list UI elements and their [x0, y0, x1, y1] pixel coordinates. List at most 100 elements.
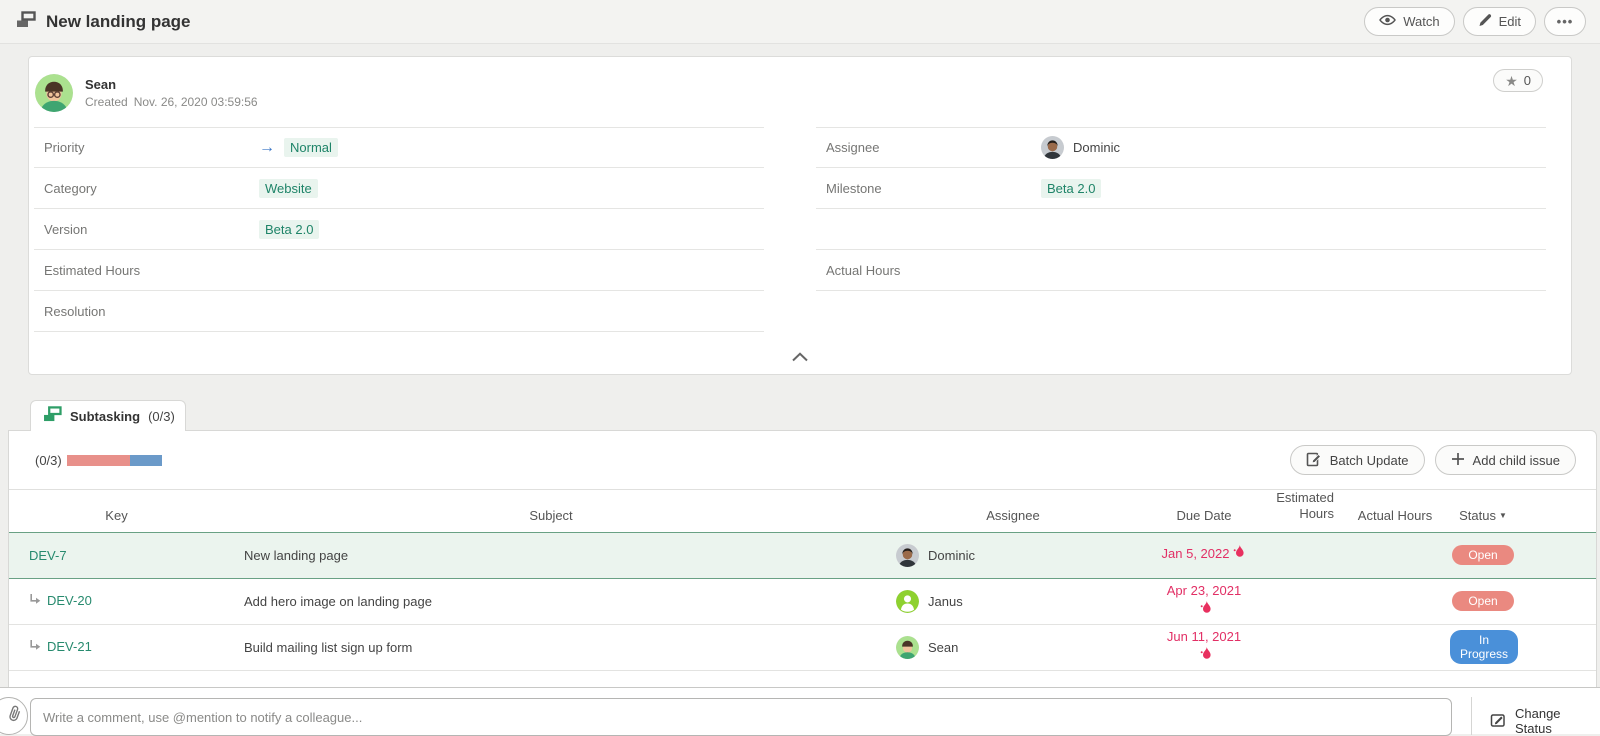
plus-icon [1451, 452, 1465, 469]
pencil-icon [1478, 13, 1492, 30]
batch-update-icon [1306, 451, 1322, 470]
assignee-value[interactable]: Dominic [1073, 140, 1120, 155]
footer-divider [1471, 697, 1472, 735]
field-row-milestone: Milestone Beta 2.0 [816, 168, 1546, 209]
change-status-label: Change Status [1515, 706, 1600, 736]
overdue-fire-icon [1232, 545, 1246, 566]
assignee-avatar [1041, 136, 1064, 159]
watch-button[interactable]: Watch [1364, 7, 1454, 36]
author-name: Sean [85, 77, 258, 92]
subtask-progress-bar [67, 455, 162, 466]
page-title: New landing page [46, 12, 191, 32]
change-status-icon [1490, 712, 1507, 731]
collapse-details-button[interactable] [780, 347, 820, 369]
assignee-name: Sean [928, 640, 958, 655]
priority-label: Priority [34, 140, 259, 155]
milestone-label: Milestone [816, 181, 1041, 196]
estimated-hours-cell [1260, 624, 1340, 670]
issue-key-link[interactable]: DEV-21 [47, 639, 92, 654]
subject-cell: Add hero image on landing page [224, 578, 878, 624]
field-row-priority: Priority → Normal [34, 127, 764, 168]
subtask-green-icon [43, 406, 62, 427]
priority-value[interactable]: Normal [284, 138, 338, 157]
edit-label: Edit [1499, 14, 1521, 29]
overdue-fire-icon [1199, 647, 1213, 668]
fields-right-column: Assignee Dominic Milestone Beta 2.0 Actu… [816, 127, 1546, 332]
table-header-row: Key Subject Assignee Due Date Estimated … [9, 490, 1596, 533]
watch-label: Watch [1403, 14, 1439, 29]
resolution-label: Resolution [34, 304, 259, 319]
edit-button[interactable]: Edit [1463, 7, 1536, 36]
batch-update-button[interactable]: Batch Update [1290, 445, 1425, 475]
actual-hours-label: Actual Hours [816, 263, 1041, 278]
paperclip-icon [2, 703, 24, 730]
actual-hours-cell [1340, 578, 1450, 624]
issue-details-card: Sean Created Nov. 26, 2020 03:59:56 ★ 0 … [28, 56, 1572, 375]
assignee-label: Assignee [816, 140, 1041, 155]
table-row[interactable]: DEV-7 New landing page Dominic Jan 5, 20… [9, 532, 1596, 578]
subtasking-tab-label: Subtasking [70, 409, 140, 424]
table-row[interactable]: DEV-20 Add hero image on landing page Ja… [9, 578, 1596, 624]
child-arrow-icon [29, 640, 41, 655]
status-badge[interactable]: Open [1452, 545, 1514, 565]
tab-subtasking[interactable]: Subtasking (0/3) [30, 400, 186, 431]
add-child-issue-label: Add child issue [1473, 453, 1560, 468]
issue-key-link[interactable]: DEV-20 [47, 593, 92, 608]
star-icon: ★ [1505, 74, 1518, 88]
table-row[interactable]: DEV-21 Build mailing list sign up form S… [9, 624, 1596, 670]
assignee-name: Janus [928, 594, 963, 609]
subject-cell: New landing page [224, 532, 878, 578]
category-label: Category [34, 181, 259, 196]
column-header-key[interactable]: Key [9, 490, 224, 533]
progress-label: (0/3) [35, 453, 62, 468]
field-row-resolution: Resolution [34, 291, 764, 332]
column-header-actual-hours[interactable]: Actual Hours [1340, 490, 1450, 533]
field-row-actual-hours: Actual Hours [816, 250, 1546, 291]
batch-update-label: Batch Update [1330, 453, 1409, 468]
sort-caret-icon: ▼ [1499, 511, 1507, 520]
milestone-value[interactable]: Beta 2.0 [1041, 179, 1101, 198]
field-row-category: Category Website [34, 168, 764, 209]
comment-input[interactable] [30, 698, 1452, 736]
field-row-empty [816, 209, 1546, 250]
actual-hours-cell [1340, 532, 1450, 578]
due-date-cell: Jan 5, 2022 [1148, 532, 1260, 578]
assignee-avatar [896, 590, 919, 613]
version-label: Version [34, 222, 259, 237]
column-header-assignee[interactable]: Assignee [878, 490, 1148, 533]
field-row-estimated-hours: Estimated Hours [34, 250, 764, 291]
issue-header-bar: New landing page Watch Edit ••• [0, 0, 1600, 44]
version-value[interactable]: Beta 2.0 [259, 220, 319, 239]
created-date: Nov. 26, 2020 03:59:56 [134, 95, 258, 109]
assignee-name: Dominic [928, 548, 975, 563]
category-value[interactable]: Website [259, 179, 318, 198]
column-header-subject[interactable]: Subject [224, 490, 878, 533]
column-header-status[interactable]: Status▼ [1450, 490, 1596, 533]
estimated-hours-cell [1260, 532, 1340, 578]
field-row-assignee: Assignee Dominic [816, 127, 1546, 168]
issue-key-link[interactable]: DEV-7 [29, 548, 67, 563]
column-header-due-date[interactable]: Due Date [1148, 490, 1260, 533]
ellipsis-icon: ••• [1557, 14, 1574, 29]
created-label: Created [85, 95, 128, 109]
attach-file-button[interactable] [0, 697, 28, 735]
add-child-issue-button[interactable]: Add child issue [1435, 445, 1576, 475]
star-count: 0 [1524, 73, 1531, 88]
estimated-hours-cell [1260, 578, 1340, 624]
column-header-estimated-hours[interactable]: Estimated Hours [1260, 490, 1340, 533]
subtask-icon [16, 11, 36, 33]
due-date-cell: Apr 23, 2021 [1148, 578, 1260, 624]
subtasking-tab-count: (0/3) [148, 409, 175, 424]
more-options-button[interactable]: ••• [1544, 7, 1586, 36]
change-status-button[interactable]: Change Status [1490, 706, 1600, 736]
subtask-table: Key Subject Assignee Due Date Estimated … [9, 489, 1596, 717]
estimated-hours-label: Estimated Hours [34, 263, 259, 278]
author-avatar [35, 74, 73, 112]
assignee-avatar [896, 544, 919, 567]
comment-bar: Change Status [0, 687, 1600, 734]
status-badge[interactable]: Open [1452, 591, 1514, 611]
star-button[interactable]: ★ 0 [1493, 69, 1543, 92]
progress-in-progress-segment [130, 455, 162, 466]
actual-hours-cell [1340, 624, 1450, 670]
status-badge[interactable]: In Progress [1450, 630, 1518, 664]
